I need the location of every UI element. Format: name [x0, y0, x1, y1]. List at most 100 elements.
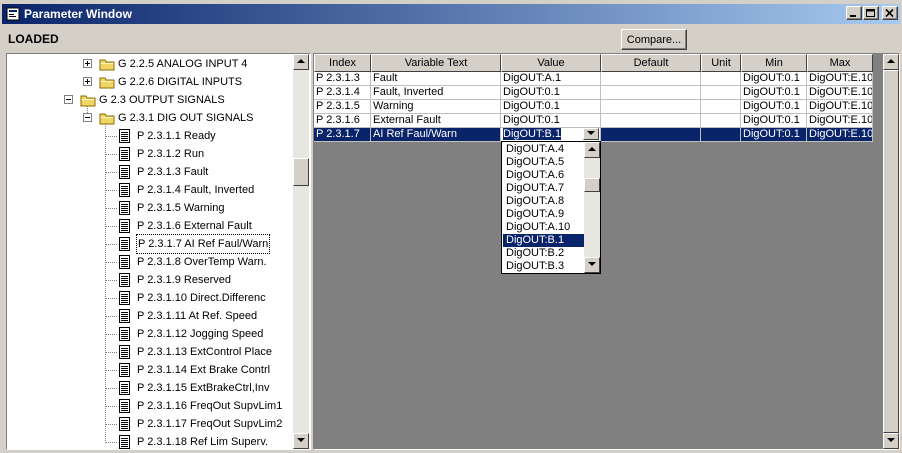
value-combo-text[interactable]: DigOUT:B.1	[503, 128, 562, 140]
dropdown-option[interactable]: DigOUT:A.9	[503, 208, 585, 221]
tree-param-item[interactable]: P 2.3.1.17 FreqOut SupvLim2	[7, 415, 292, 433]
tree-scroll-thumb[interactable]	[293, 158, 309, 186]
cell-text[interactable]: Warning	[371, 100, 501, 114]
parameter-tree[interactable]: G 2.2.5 ANALOG INPUT 4 G 2.2.6 DIGITAL IN…	[6, 53, 311, 450]
tree-param-item[interactable]: P 2.3.1.2 Run	[7, 145, 292, 163]
column-header-variable-text[interactable]: Variable Text	[371, 54, 501, 72]
grid-scroll-up-button[interactable]	[883, 54, 899, 70]
cell-unit[interactable]	[701, 114, 741, 128]
value-dropdown-list[interactable]: DigOUT:A.4 DigOUT:A.5 DigOUT:A.6 DigOUT:A.7…	[501, 141, 601, 274]
value-combo-dropdown-button[interactable]	[583, 128, 599, 140]
parameter-grid[interactable]: Index Variable Text Value Default Unit Min Max…	[313, 53, 900, 450]
tree-param-item[interactable]: P 2.3.1.6 External Fault	[7, 217, 292, 235]
dropdown-option[interactable]: DigOUT:B.3	[503, 260, 585, 273]
tree-param-item[interactable]: P 2.3.1.5 Warning	[7, 199, 292, 217]
cell-value[interactable]: DigOUT:0.1	[501, 114, 601, 128]
cell-value[interactable]: DigOUT:A.1	[501, 72, 601, 86]
cell-index[interactable]: P 2.3.1.4	[314, 86, 371, 100]
dropdown-scroll-up-button[interactable]	[584, 142, 600, 158]
tree-param-item[interactable]: P 2.3.1.18 Ref Lim Superv.	[7, 433, 292, 449]
cell-min[interactable]: DigOUT:0.1	[741, 114, 807, 128]
dropdown-option[interactable]: DigOUT:A.6	[503, 169, 585, 182]
tree-param-item[interactable]: P 2.3.1.3 Fault	[7, 163, 292, 181]
tree-param-item[interactable]: P 2.3.1.4 Fault, Inverted	[7, 181, 292, 199]
dropdown-option[interactable]: DigOUT:A.5	[503, 156, 585, 169]
tree-group-item[interactable]: G 2.2.5 ANALOG INPUT 4	[7, 55, 292, 73]
dropdown-scrollbar[interactable]	[584, 142, 600, 273]
collapse-minus-icon[interactable]	[64, 95, 73, 104]
cell-min[interactable]: DigOUT:0.1	[741, 72, 807, 86]
cell-default[interactable]	[601, 72, 701, 86]
cell-default[interactable]	[601, 86, 701, 100]
cell-value[interactable]: DigOUT:0.1	[501, 100, 601, 114]
cell-min[interactable]: DigOUT:0.1	[741, 86, 807, 100]
tree-item-label: P 2.3.1.18 Ref Lim Superv.	[137, 436, 269, 448]
cell-unit[interactable]	[701, 72, 741, 86]
tree-scroll-up-button[interactable]	[293, 54, 309, 70]
column-header-max[interactable]: Max	[807, 54, 873, 72]
cell-unit[interactable]	[701, 100, 741, 114]
column-header-value[interactable]: Value	[501, 54, 601, 72]
dropdown-scroll-thumb[interactable]	[584, 178, 600, 192]
tree-group-item[interactable]: G 2.3 OUTPUT SIGNALS	[7, 91, 292, 109]
collapse-minus-icon[interactable]	[83, 113, 92, 122]
dropdown-option[interactable]: DigOUT:A.10	[503, 221, 585, 234]
tree-param-item[interactable]: P 2.3.1.16 FreqOut SupvLim1	[7, 397, 292, 415]
tree-param-item[interactable]: P 2.3.1.14 Ext Brake Contrl	[7, 361, 292, 379]
cell-text[interactable]: Fault, Inverted	[371, 86, 501, 100]
cell-index[interactable]: P 2.3.1.6	[314, 114, 371, 128]
tree-param-item[interactable]: P 2.3.1.12 Jogging Speed	[7, 325, 292, 343]
tree-param-item[interactable]: P 2.3.1.10 Direct.Differenc	[7, 289, 292, 307]
column-header-unit[interactable]: Unit	[701, 54, 741, 72]
dropdown-scroll-down-button[interactable]	[584, 257, 600, 273]
grid-vertical-scrollbar[interactable]	[883, 54, 899, 449]
cell-max[interactable]: DigOUT:E.10	[807, 128, 873, 142]
tree-group-item[interactable]: G 2.3.1 DIG OUT SIGNALS	[7, 109, 292, 127]
cell-max[interactable]: DigOUT:E.10	[807, 72, 873, 86]
expand-plus-icon[interactable]	[83, 77, 92, 86]
minimize-button[interactable]	[846, 6, 862, 20]
tree-param-item[interactable]: P 2.3.1.11 At Ref. Speed	[7, 307, 292, 325]
dropdown-option[interactable]: DigOUT:A.4	[503, 143, 585, 156]
tree-param-item[interactable]: P 2.3.1.8 OverTemp Warn.	[7, 253, 292, 271]
tree-vertical-scrollbar[interactable]	[293, 54, 309, 449]
cell-default[interactable]	[601, 100, 701, 114]
tree-param-item[interactable]: P 2.3.1.13 ExtControl Place	[7, 343, 292, 361]
tree-group-item[interactable]: G 2.2.6 DIGITAL INPUTS	[7, 73, 292, 91]
cell-default[interactable]	[601, 114, 701, 128]
tree-param-item[interactable]: P 2.3.1.9 Reserved	[7, 271, 292, 289]
cell-unit[interactable]	[701, 128, 741, 142]
cell-text[interactable]: Fault	[371, 72, 501, 86]
cell-text[interactable]: AI Ref Faul/Warn	[371, 128, 501, 142]
tree-param-item[interactable]: P 2.3.1.15 ExtBrakeCtrl,Inv	[7, 379, 292, 397]
maximize-button[interactable]	[863, 6, 879, 20]
tree-param-item[interactable]: P 2.3.1.7 AI Ref Faul/Warn	[7, 234, 292, 254]
cell-default[interactable]	[601, 128, 701, 142]
cell-min[interactable]: DigOUT:0.1	[741, 100, 807, 114]
tree-param-item[interactable]: P 2.3.1.1 Ready	[7, 127, 292, 145]
cell-max[interactable]: DigOUT:E.10	[807, 86, 873, 100]
column-header-default[interactable]: Default	[601, 54, 701, 72]
column-header-index[interactable]: Index	[314, 54, 371, 72]
cell-value[interactable]: DigOUT:0.1	[501, 86, 601, 100]
cell-index[interactable]: P 2.3.1.5	[314, 100, 371, 114]
expand-plus-icon[interactable]	[83, 59, 92, 68]
tree-scroll-down-button[interactable]	[293, 433, 309, 449]
cell-unit[interactable]	[701, 86, 741, 100]
cell-index[interactable]: P 2.3.1.3	[314, 72, 371, 86]
dropdown-option[interactable]: DigOUT:B.1	[503, 234, 585, 247]
grid-scroll-down-button[interactable]	[883, 433, 899, 449]
compare-button[interactable]: Compare...	[621, 29, 687, 50]
dropdown-option[interactable]: DigOUT:A.7	[503, 182, 585, 195]
column-header-min[interactable]: Min	[741, 54, 807, 72]
cell-min[interactable]: DigOUT:0.1	[741, 128, 807, 142]
cell-max[interactable]: DigOUT:E.10	[807, 100, 873, 114]
grid-scroll-thumb[interactable]	[883, 70, 899, 433]
cell-max[interactable]: DigOUT:E.10	[807, 114, 873, 128]
dropdown-option[interactable]: DigOUT:B.2	[503, 247, 585, 260]
cell-index[interactable]: P 2.3.1.7	[314, 128, 371, 142]
dropdown-option[interactable]: DigOUT:A.8	[503, 195, 585, 208]
close-button[interactable]	[882, 6, 898, 20]
cell-text[interactable]: External Fault	[371, 114, 501, 128]
cell-value[interactable]: DigOUT:B.1	[501, 128, 601, 142]
